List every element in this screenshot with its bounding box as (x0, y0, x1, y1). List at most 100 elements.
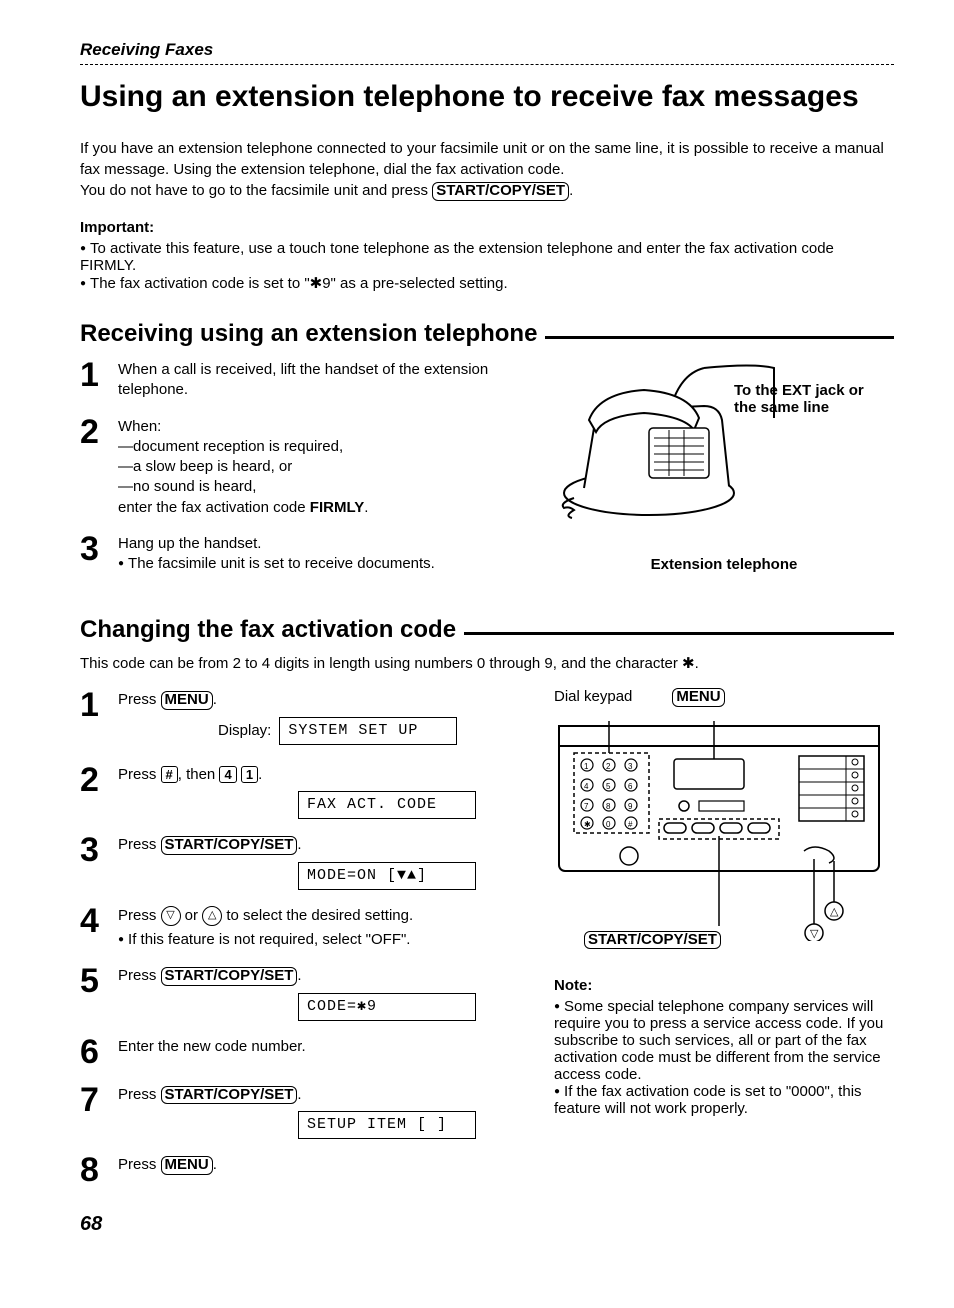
step-number: 2 (80, 763, 104, 797)
svg-text:9: 9 (628, 802, 633, 811)
step-text: Press (118, 967, 161, 984)
step-number: 3 (80, 833, 104, 867)
chg-step-8: 8 Press MENU. (80, 1153, 534, 1187)
step-text: Press (118, 907, 161, 924)
svg-text:5: 5 (606, 782, 611, 791)
lcd-display: SYSTEM SET UP (279, 717, 457, 745)
svg-text:7: 7 (584, 802, 589, 811)
step-bullet: If this feature is not required, select … (118, 930, 534, 950)
heading-receiving: Receiving using an extension telephone (80, 320, 894, 348)
step-text: Press (118, 691, 161, 708)
when-item: a slow beep is heard, or (118, 457, 534, 477)
note-heading: Note: (554, 977, 894, 994)
recv-step-2: 2 When: document reception is required, … (80, 415, 534, 518)
svg-text:4: 4 (584, 782, 589, 791)
chg-step-5: 5 Press START/COPY/SET. CODE=✱9 (80, 964, 534, 1021)
svg-text:#: # (628, 820, 633, 829)
menu-button-ref: MENU (161, 691, 213, 710)
lcd-display: CODE=✱9 (298, 993, 476, 1021)
step-text: Press (118, 1086, 161, 1103)
step-number: 1 (80, 688, 104, 722)
intro-p1: If you have an extension telephone conne… (80, 138, 894, 180)
svg-text:2: 2 (606, 762, 611, 771)
section-label: Receiving Faxes (80, 40, 894, 65)
lcd-display: FAX ACT. CODE (298, 791, 476, 819)
when-item: no sound is heard, (118, 477, 534, 497)
heading-rule (545, 336, 894, 339)
lcd-display: SETUP ITEM [ ] (298, 1111, 476, 1139)
step-number: 7 (80, 1083, 104, 1117)
step-text: Press (118, 836, 161, 853)
step-number: 6 (80, 1035, 104, 1069)
menu-button-label: MENU (672, 688, 724, 707)
heading-receiving-text: Receiving using an extension telephone (80, 320, 537, 348)
chg-step-2: 2 Press #, then 4 1. FAX ACT. CODE (80, 763, 534, 820)
important-item-2: The fax activation code is set to "✱9" a… (80, 274, 894, 292)
step-number: 8 (80, 1153, 104, 1187)
up-arrow-icon: △ (202, 906, 222, 926)
step-text: Enter the new code number. (118, 1035, 534, 1057)
down-arrow-icon: ▽ (161, 906, 181, 926)
step-number: 3 (80, 532, 104, 566)
chg-step-4: 4 Press ▽ or △ to select the desired set… (80, 904, 534, 951)
start-copy-set-button-ref: START/COPY/SET (432, 182, 569, 201)
svg-text:✱: ✱ (584, 820, 591, 829)
bold-firmly: FIRMLY (310, 499, 364, 516)
step-text: or (181, 907, 203, 924)
step-text: Press (118, 1156, 161, 1173)
chg-step-6: 6 Enter the new code number. (80, 1035, 534, 1069)
important-block: Important: To activate this feature, use… (80, 219, 894, 292)
svg-text:1: 1 (584, 762, 589, 771)
lcd-display: MODE=ON [▼▲] (298, 862, 476, 890)
heading-changing: Changing the fax activation code (80, 616, 894, 644)
step-text: to select the desired setting. (222, 907, 413, 924)
recv-step-3: 3 Hang up the handset. The facsimile uni… (80, 532, 534, 575)
dial-keypad-label: Dial keypad (554, 688, 632, 707)
start-copy-set-button-ref: START/COPY/SET (161, 967, 298, 986)
figure-caption-extension-telephone: Extension telephone (554, 556, 894, 573)
important-heading: Important: (80, 219, 894, 236)
chg-step-1: 1 Press MENU. Display: SYSTEM SET UP (80, 688, 534, 749)
page-title: Using an extension telephone to receive … (80, 77, 894, 116)
step-number: 1 (80, 358, 104, 392)
figure-label-ext-jack: To the EXT jack or the same line (734, 382, 874, 416)
step-text: Press (118, 766, 161, 783)
step-text: Hang up the handset. (118, 534, 534, 554)
when-item: document reception is required, (118, 437, 534, 457)
step-body: When a call is received, lift the handse… (118, 358, 534, 401)
step-number: 4 (80, 904, 104, 938)
intro-p2: You do not have to go to the facsimile u… (80, 180, 894, 201)
step-text: enter the fax activation code (118, 499, 310, 516)
step-body: Hang up the handset. The facsimile unit … (118, 532, 534, 575)
note-item-1: Some special telephone company services … (554, 998, 894, 1083)
key-4: 4 (219, 766, 236, 784)
important-item-1: To activate this feature, use a touch to… (80, 240, 894, 274)
title-text: Using an extension telephone to receive … (80, 80, 859, 113)
step-number: 2 (80, 415, 104, 449)
svg-text:0: 0 (606, 820, 611, 829)
display-label: Display: (218, 721, 271, 741)
changing-intro: This code can be from 2 to 4 digits in l… (80, 654, 894, 672)
step-body: When: document reception is required, a … (118, 415, 534, 518)
step-number: 5 (80, 964, 104, 998)
svg-text:3: 3 (628, 762, 633, 771)
fax-machine-illustration: 1 2 3 4 5 6 7 8 9 ✱ 0 # (554, 711, 884, 941)
svg-text:△: △ (830, 906, 839, 918)
heading-changing-text: Changing the fax activation code (80, 616, 456, 644)
page-number: 68 (80, 1213, 894, 1236)
intro-block: If you have an extension telephone conne… (80, 138, 894, 201)
hash-key: # (161, 766, 178, 784)
start-copy-set-button-ref: START/COPY/SET (161, 1086, 298, 1105)
menu-button-ref: MENU (161, 1156, 213, 1175)
chg-step-3: 3 Press START/COPY/SET. MODE=ON [▼▲] (80, 833, 534, 890)
recv-step-1: 1 When a call is received, lift the hand… (80, 358, 534, 401)
heading-rule (464, 632, 894, 635)
chg-step-7: 7 Press START/COPY/SET. SETUP ITEM [ ] (80, 1083, 534, 1140)
step-text: , then (178, 766, 220, 783)
start-copy-set-button-ref: START/COPY/SET (161, 836, 298, 855)
svg-text:8: 8 (606, 802, 611, 811)
start-copy-set-label: START/COPY/SET (584, 931, 721, 950)
key-1: 1 (241, 766, 258, 784)
svg-text:6: 6 (628, 782, 633, 791)
intro-p2-text: You do not have to go to the facsimile u… (80, 182, 432, 199)
